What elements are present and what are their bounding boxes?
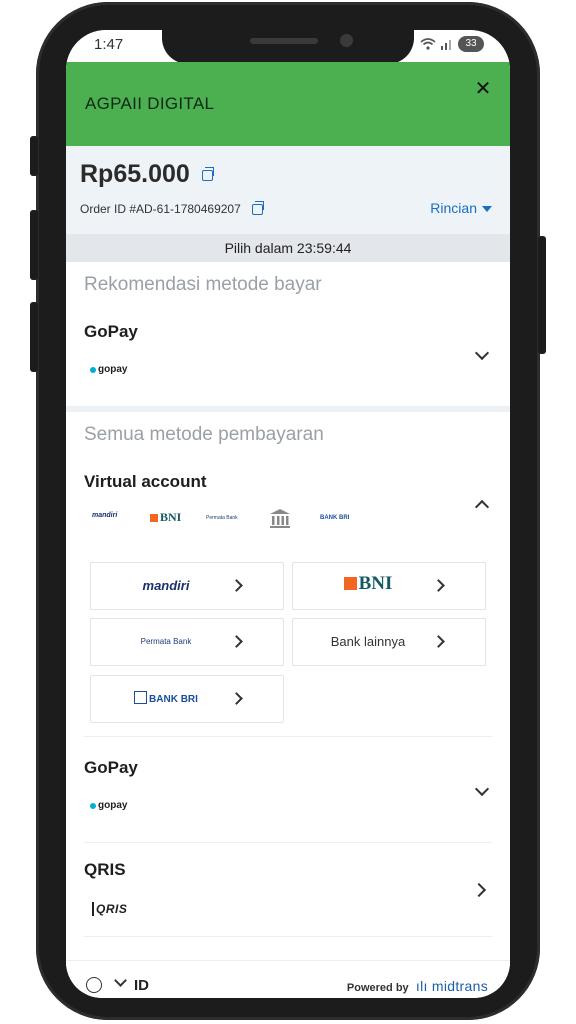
merchant-name: AGPAII DIGITAL [85,94,215,113]
recommended-title: Rekomendasi metode bayar [84,274,322,295]
order-id: Order ID #AD-61-1780469207 [80,202,241,216]
gopay-logo-text: gopay [98,364,128,375]
camera [340,34,353,47]
amount: Rp65.000 [80,160,190,188]
signal-icon [441,40,451,50]
language-chevron-icon[interactable] [114,974,127,987]
order-summary: Rp65.000 Order ID #AD-61-1780469207 Rinc… [66,146,510,234]
powered-by-label: Powered by [346,982,409,994]
bank-tile-other[interactable]: Bank lainnya [292,618,486,666]
bni-logo: BNI [293,573,443,595]
payment-timer: Pilih dalam 23:59:44 [66,234,510,262]
bri-logo-small: BANK BRI [320,515,350,521]
details-button[interactable]: Rincian [430,200,492,216]
bni-logo-small-text: BNI [160,510,182,524]
footer: ID Powered by ılı midtrans [66,960,510,998]
speaker [250,38,318,44]
wifi-icon [420,38,436,50]
bank-tile-mandiri[interactable]: mandiri [90,562,284,610]
caret-down-icon [482,206,492,213]
permata-logo: Permata Bank [140,637,192,646]
bank-tile-permata[interactable]: Permata Bank [90,618,284,666]
status-time: 1:47 [94,36,124,53]
copy-amount-icon[interactable] [202,167,214,181]
other-bank-label: Bank lainnya [330,634,406,649]
chevron-down-icon[interactable] [474,345,490,361]
gopay-label: GoPay [84,758,138,777]
header: AGPAII DIGITAL ✕ [66,62,510,146]
battery-icon: 33 [458,36,484,52]
bni-logo-text: BNI [358,573,393,594]
gopay-dot-icon [90,366,96,373]
bri-logo: BANK BRI [91,691,241,705]
virtual-account-label: Virtual account [84,472,207,491]
chevron-up-icon[interactable] [474,499,490,515]
bni-mark-icon [150,514,158,522]
gopay-logo: gopay [90,364,127,375]
notch [162,30,414,64]
bank-tile-bri[interactable]: BANK BRI [90,675,284,723]
status-icons: 33 [420,36,484,52]
screen: 1:47 33 AGPAII DIGITAL ✕ Rp65.000 Order … [66,30,510,998]
midtrans-logo: ılı midtrans [411,978,488,994]
bank-icon [270,509,290,528]
bni-logo-small: BNI [150,510,181,525]
volume-down-button [30,302,38,372]
close-icon[interactable]: ✕ [472,78,494,100]
midtrans-logo-text: midtrans [431,978,488,994]
status-bar: 1:47 33 [66,30,510,64]
gopay-logo-text: gopay [98,800,128,811]
divider [84,736,492,737]
chevron-right-icon[interactable] [471,882,487,898]
chevron-down-icon[interactable] [474,781,490,797]
powered-by: Powered by ılı midtrans [347,978,488,994]
recommended-gopay-label: GoPay [84,322,138,341]
qris-logo: QRIS [92,902,127,916]
section-divider [66,406,510,412]
bri-logo-text: BANK BRI [149,694,198,705]
gopay-dot-icon [90,802,96,809]
gopay-logo: gopay [90,800,127,811]
all-methods-title: Semua metode pembayaran [84,424,324,445]
bni-mark-icon [343,577,357,590]
mandiri-logo-small: mandiri [92,512,118,519]
globe-icon[interactable] [86,977,102,993]
divider [84,842,492,843]
language-selector[interactable]: ID [134,977,149,994]
divider [84,936,492,937]
qris-label: QRIS [84,860,126,879]
volume-up-button [30,210,38,280]
bri-mark-icon [134,691,148,704]
bank-tile-bni[interactable]: BNI [292,562,486,610]
power-button [538,236,546,354]
volume-button [30,136,38,176]
permata-logo-small: Permata Bank [206,515,238,521]
mandiri-logo: mandiri [142,578,190,593]
copy-order-id-icon[interactable] [252,201,264,215]
details-label: Rincian [430,200,477,216]
